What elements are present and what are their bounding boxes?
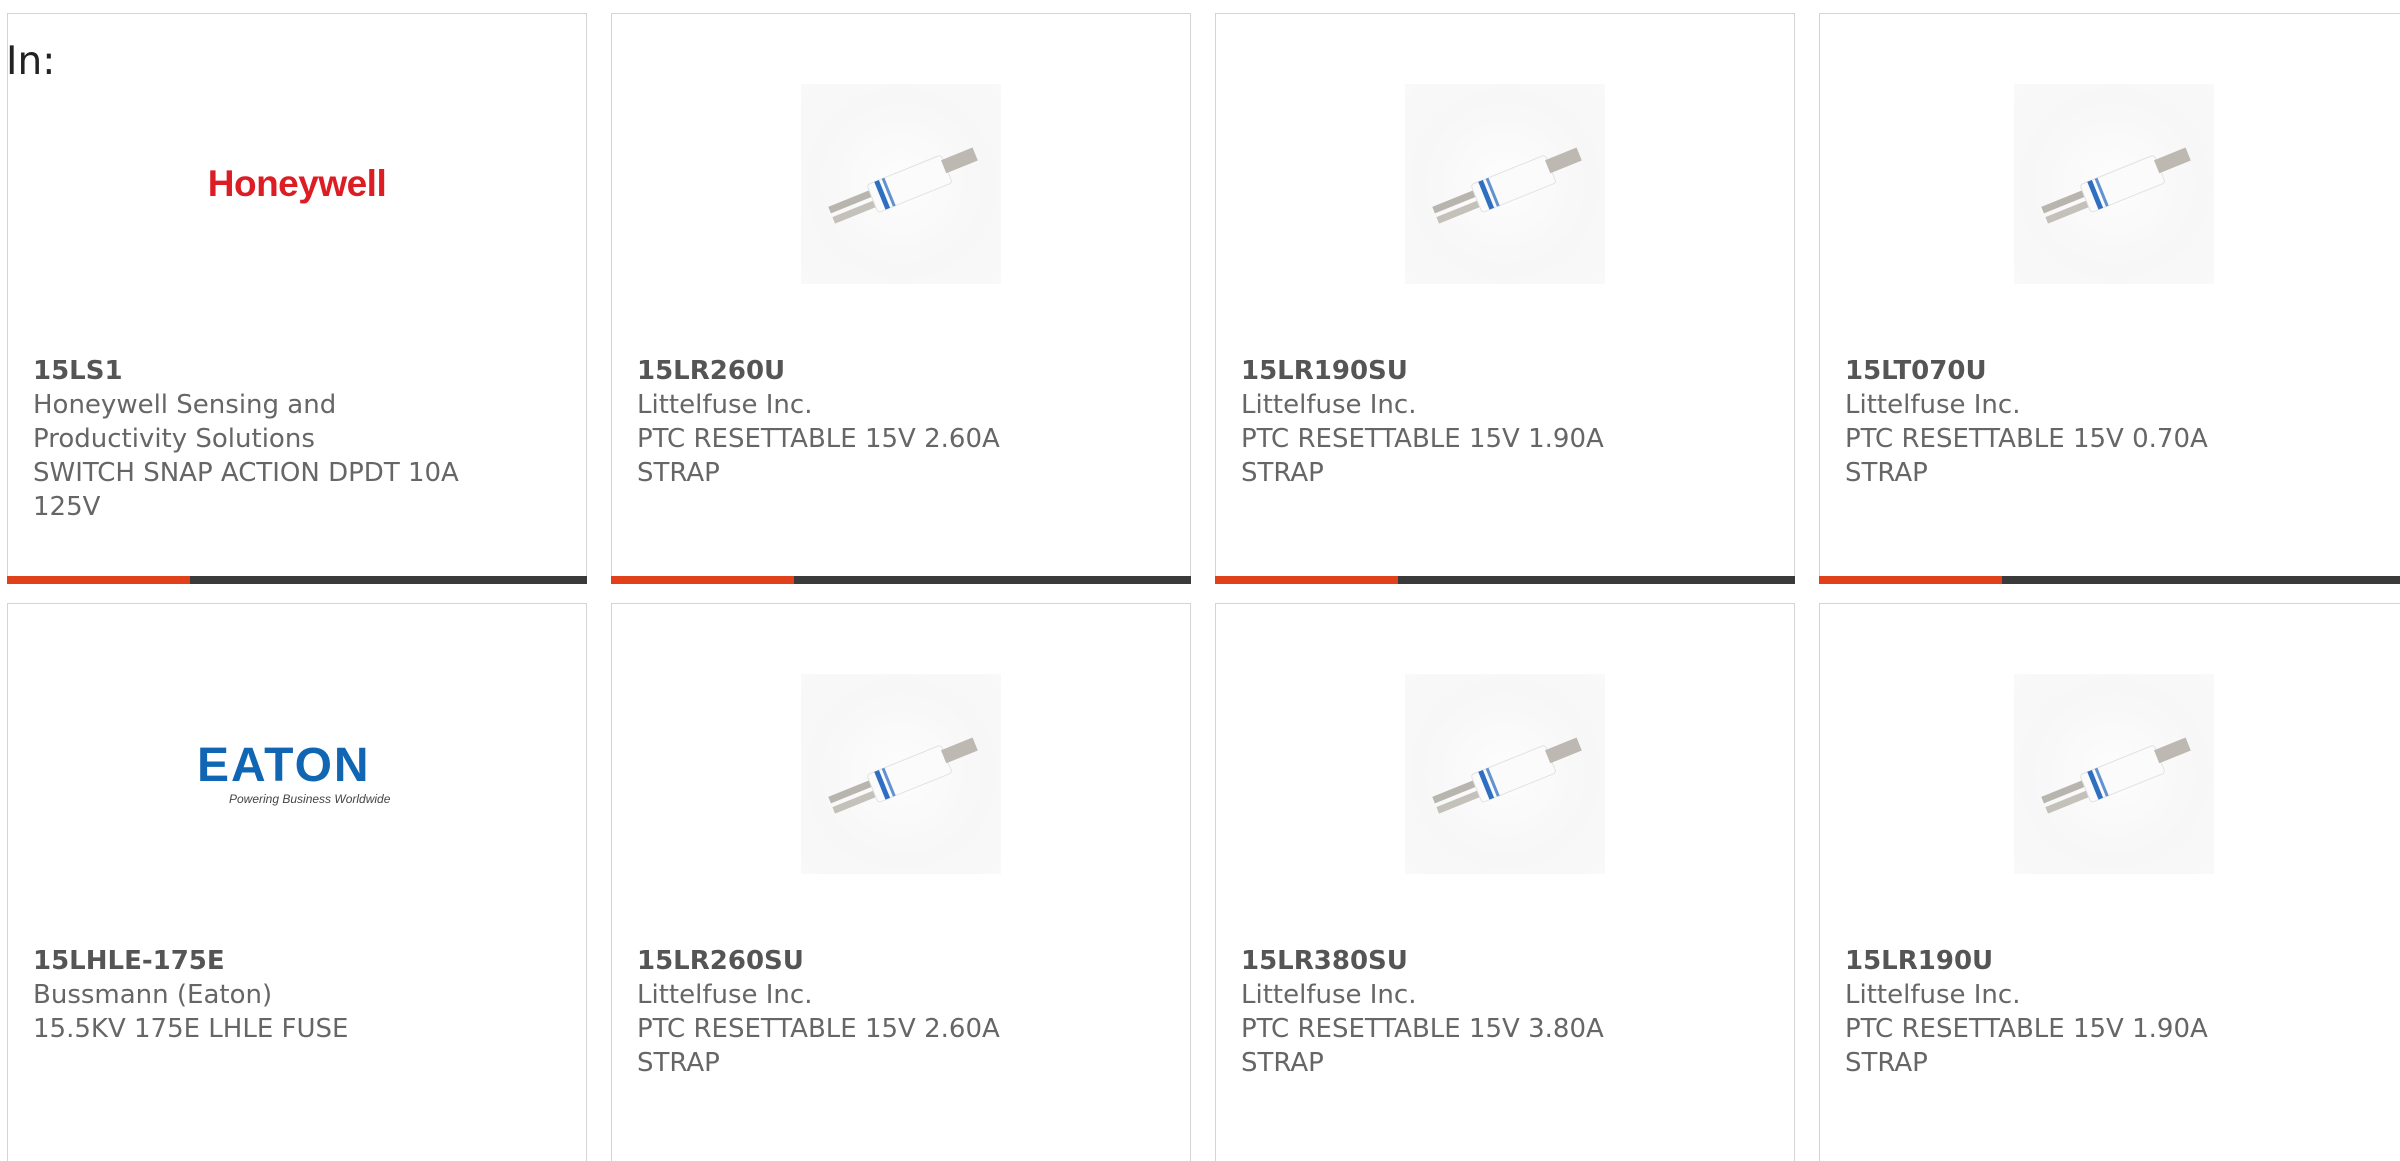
ptc-strap-icon xyxy=(2041,737,2191,814)
part-number[interactable]: 15LR260SU xyxy=(637,944,1170,978)
manufacturer-name: Littelfuse Inc. xyxy=(637,390,813,420)
product-info: 15LT070U Littelfuse Inc. PTC RESETTABLE … xyxy=(1845,354,2388,490)
card-bottom-bar xyxy=(1819,576,2400,584)
product-image[interactable] xyxy=(1405,84,1605,284)
product-info: 15LR380SU Littelfuse Inc. PTC RESETTABLE… xyxy=(1241,944,1774,1080)
product-description: PTC RESETTABLE 15V 3.80A STRAP xyxy=(1241,1014,1604,1078)
filter-label: In: xyxy=(6,39,56,84)
product-info: 15LR190U Littelfuse Inc. PTC RESETTABLE … xyxy=(1845,944,2388,1080)
ptc-strap-icon xyxy=(1432,737,1582,814)
product-card[interactable]: 15LR190U Littelfuse Inc. PTC RESETTABLE … xyxy=(1819,603,2400,1161)
part-number[interactable]: 15LR190SU xyxy=(1241,354,1774,388)
product-grid-page: In: Honeywell 15LS1 Honeywell Sensing an… xyxy=(0,0,2400,1161)
product-description: PTC RESETTABLE 15V 0.70A STRAP xyxy=(1845,424,2208,488)
product-card[interactable]: 15LR380SU Littelfuse Inc. PTC RESETTABLE… xyxy=(1215,603,1795,1161)
product-card[interactable]: 15LR260SU Littelfuse Inc. PTC RESETTABLE… xyxy=(611,603,1191,1161)
ptc-strap-icon xyxy=(828,737,978,814)
ptc-strap-icon xyxy=(828,147,978,224)
manufacturer-name: Bussmann (Eaton) xyxy=(33,980,273,1010)
product-card[interactable]: Honeywell 15LS1 Honeywell Sensing and Pr… xyxy=(7,13,587,584)
card-bottom-bar xyxy=(7,576,587,584)
product-card[interactable]: 15LT070U Littelfuse Inc. PTC RESETTABLE … xyxy=(1819,13,2400,584)
eaton-logo: EATON Powering Business Worldwide xyxy=(197,739,391,807)
part-number[interactable]: 15LT070U xyxy=(1845,354,2388,388)
manufacturer-name: Littelfuse Inc. xyxy=(1241,390,1417,420)
card-accent-bar xyxy=(1215,576,1398,584)
manufacturer-name: Littelfuse Inc. xyxy=(1845,390,2021,420)
manufacturer-name: Littelfuse Inc. xyxy=(1241,980,1417,1010)
part-number[interactable]: 15LR260U xyxy=(637,354,1170,388)
manufacturer-name: Honeywell Sensing and Productivity Solut… xyxy=(33,390,337,454)
honeywell-logo: Honeywell xyxy=(207,163,387,204)
product-card[interactable]: 15LR190SU Littelfuse Inc. PTC RESETTABLE… xyxy=(1215,13,1795,584)
product-card[interactable]: EATON Powering Business Worldwide 15LHLE… xyxy=(7,603,587,1161)
product-description: PTC RESETTABLE 15V 2.60A STRAP xyxy=(637,424,1000,488)
card-bottom-bar xyxy=(611,576,1191,584)
ptc-strap-icon xyxy=(1432,147,1582,224)
product-image[interactable] xyxy=(2014,84,2214,284)
product-description: PTC RESETTABLE 15V 2.60A STRAP xyxy=(637,1014,1000,1078)
product-info: 15LR260U Littelfuse Inc. PTC RESETTABLE … xyxy=(637,354,1170,490)
product-info: 15LHLE-175E Bussmann (Eaton) 15.5KV 175E… xyxy=(33,944,566,1046)
card-bottom-bar xyxy=(1215,576,1795,584)
part-number[interactable]: 15LS1 xyxy=(33,354,566,388)
card-accent-bar xyxy=(1819,576,2002,584)
product-image[interactable] xyxy=(801,84,1001,284)
product-image[interactable] xyxy=(801,674,1001,874)
product-description: SWITCH SNAP ACTION DPDT 10A 125V xyxy=(33,458,459,522)
product-info: 15LS1 Honeywell Sensing and Productivity… xyxy=(33,354,566,524)
product-image[interactable]: EATON Powering Business Worldwide xyxy=(197,674,397,874)
product-card[interactable]: 15LR260U Littelfuse Inc. PTC RESETTABLE … xyxy=(611,13,1191,584)
manufacturer-name: Littelfuse Inc. xyxy=(1845,980,2021,1010)
product-image[interactable] xyxy=(2014,674,2214,874)
card-accent-bar xyxy=(611,576,794,584)
product-description: 15.5KV 175E LHLE FUSE xyxy=(33,1014,349,1044)
ptc-strap-icon xyxy=(2041,147,2191,224)
card-accent-bar xyxy=(7,576,190,584)
product-description: PTC RESETTABLE 15V 1.90A STRAP xyxy=(1241,424,1604,488)
manufacturer-name: Littelfuse Inc. xyxy=(637,980,813,1010)
product-image[interactable] xyxy=(1405,674,1605,874)
part-number[interactable]: 15LR190U xyxy=(1845,944,2388,978)
product-description: PTC RESETTABLE 15V 1.90A STRAP xyxy=(1845,1014,2208,1078)
part-number[interactable]: 15LHLE-175E xyxy=(33,944,566,978)
product-info: 15LR190SU Littelfuse Inc. PTC RESETTABLE… xyxy=(1241,354,1774,490)
product-info: 15LR260SU Littelfuse Inc. PTC RESETTABLE… xyxy=(637,944,1170,1080)
part-number[interactable]: 15LR380SU xyxy=(1241,944,1774,978)
product-image[interactable]: Honeywell xyxy=(197,84,397,284)
